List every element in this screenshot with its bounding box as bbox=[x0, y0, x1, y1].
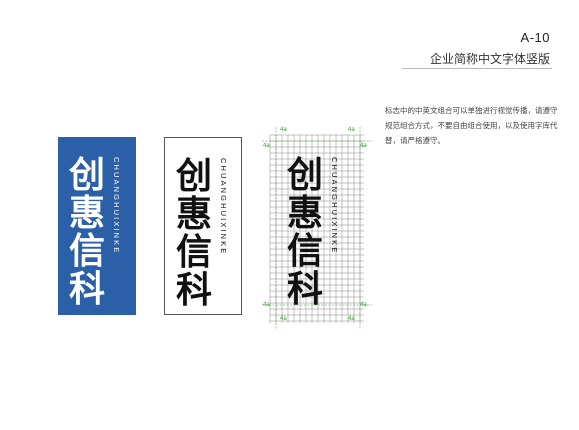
logo-english-vertical: CHUANGHUIXINKE bbox=[330, 157, 339, 255]
margin-label-bottom-left: 4a bbox=[280, 316, 287, 322]
logo-white-version: 创 惠 信 科 CHUANGHUIXINKE bbox=[164, 137, 242, 315]
margin-label-top-right: 4a bbox=[348, 127, 355, 133]
logo-chinese-stack: 创 惠 信 科 bbox=[169, 158, 219, 310]
logo-char: 科 bbox=[175, 270, 212, 311]
page-title: 企业简称中文字体竖版 bbox=[429, 52, 550, 66]
logo-char: 惠 bbox=[68, 193, 105, 234]
logo-char: 信 bbox=[286, 231, 323, 272]
logo-char: 惠 bbox=[286, 193, 323, 234]
logo-char: 科 bbox=[68, 269, 105, 310]
logo-english-vertical: CHUANGHUIXINKE bbox=[112, 157, 121, 255]
logo-char: 创 bbox=[68, 155, 105, 196]
margin-label-right-top: 4a bbox=[360, 143, 367, 149]
description-text: 标志中的中英文组合可以单独进行视觉传播，请遵守规范组合方式，不要自由组合使用，以… bbox=[385, 106, 558, 145]
header-divider bbox=[402, 68, 552, 69]
logo-chinese-stack: 创 惠 信 科 bbox=[280, 157, 330, 309]
logo-chinese-stack: 创 惠 信 科 bbox=[62, 157, 112, 309]
logo-char: 惠 bbox=[175, 194, 212, 235]
margin-label-bottom-right: 4a bbox=[348, 316, 355, 322]
logo-char: 信 bbox=[68, 231, 105, 272]
margin-label-left-bottom: 4a bbox=[263, 302, 270, 308]
logo-char: 科 bbox=[286, 269, 323, 310]
logo-char: 创 bbox=[175, 156, 212, 197]
margin-label-right-bottom: 4a bbox=[360, 302, 367, 308]
margin-label-top-left: 4a bbox=[280, 127, 287, 133]
logo-english-vertical: CHUANGHUIXINKE bbox=[219, 158, 228, 256]
logo-char: 信 bbox=[175, 232, 212, 273]
page-code: A-10 bbox=[520, 30, 550, 45]
logo-grid-version: 创 惠 信 科 CHUANGHUIXINKE bbox=[276, 137, 354, 315]
margin-label-left-top: 4a bbox=[263, 143, 270, 149]
logo-char: 创 bbox=[286, 155, 323, 196]
logo-blue-version: 创 惠 信 科 CHUANGHUIXINKE bbox=[58, 137, 136, 315]
